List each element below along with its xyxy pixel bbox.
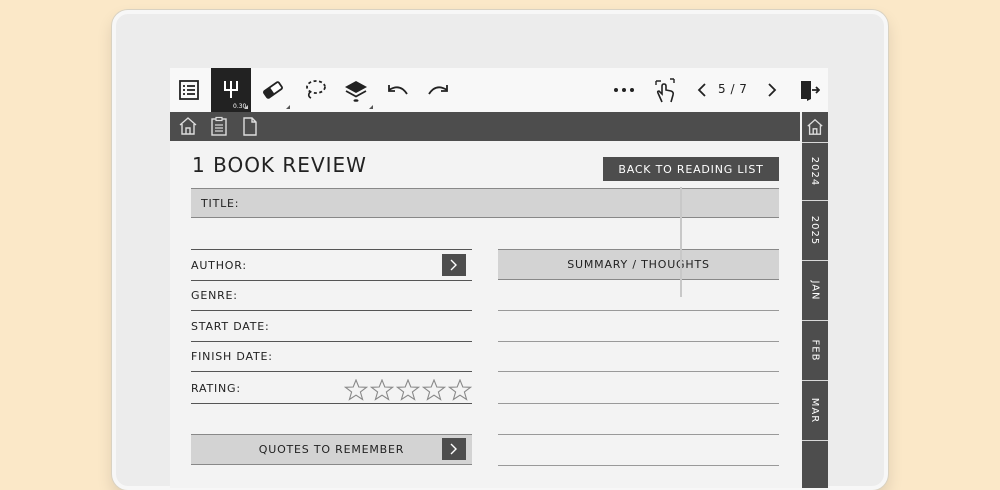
more-icon xyxy=(614,88,634,92)
star-icon[interactable] xyxy=(344,379,368,401)
toolbar: 0.30 5 / 7 xyxy=(170,68,828,112)
side-tab-feb[interactable]: FEB xyxy=(802,320,828,380)
chevron-right-icon xyxy=(450,259,457,271)
side-tab-label: MAR xyxy=(809,397,821,424)
side-tabs: 2024 2025 JAN FEB MAR xyxy=(802,112,828,488)
divider xyxy=(191,249,472,250)
undo-button[interactable] xyxy=(378,68,416,112)
home-icon xyxy=(807,118,823,135)
start-date-line xyxy=(191,341,472,342)
undo-icon xyxy=(388,85,408,95)
eraser-icon xyxy=(263,81,283,99)
hand-touch-icon xyxy=(655,78,675,103)
more-button[interactable] xyxy=(607,68,641,112)
page-indicator: 5 / 7 xyxy=(718,82,748,96)
side-tab-label: 2024 xyxy=(809,156,821,187)
side-tab-home[interactable] xyxy=(802,112,828,142)
top-nav-bar xyxy=(170,112,800,141)
list-icon xyxy=(179,80,199,100)
finish-date-line xyxy=(191,371,472,372)
star-icon[interactable] xyxy=(370,379,394,401)
chevron-right-icon xyxy=(768,83,777,97)
star-icon[interactable] xyxy=(448,379,472,401)
start-date-label: START DATE: xyxy=(191,320,270,333)
genre-label: GENRE: xyxy=(191,289,238,302)
layers-icon xyxy=(345,81,367,102)
chevron-left-icon xyxy=(697,83,706,97)
rating-label: RATING: xyxy=(191,382,241,395)
eraser-options-indicator xyxy=(286,105,290,109)
side-tab-mar[interactable]: MAR xyxy=(802,380,828,440)
pen-icon xyxy=(224,81,238,98)
clipboard-icon[interactable] xyxy=(209,116,229,136)
back-to-reading-list-button[interactable]: BACK TO READING LIST xyxy=(603,157,779,181)
lasso-button[interactable] xyxy=(295,68,335,112)
summary-line xyxy=(498,341,779,342)
pen-options-indicator xyxy=(244,105,248,109)
summary-line xyxy=(498,310,779,311)
toc-button[interactable] xyxy=(170,68,208,112)
home-icon[interactable] xyxy=(178,116,198,136)
layers-options-indicator xyxy=(369,105,373,109)
redo-icon xyxy=(428,85,448,95)
star-icon[interactable] xyxy=(396,379,420,401)
prev-page-button[interactable] xyxy=(692,68,712,112)
screen: 0.30 5 / 7 2024 2025 JAN FEB MAR 1 BOOK … xyxy=(170,68,828,488)
side-tab-label: FEB xyxy=(809,339,821,362)
page-icon[interactable] xyxy=(240,116,260,136)
finish-date-label: FINISH DATE: xyxy=(191,350,273,363)
chevron-right-icon xyxy=(450,443,457,455)
summary-line xyxy=(498,371,779,372)
redo-button[interactable] xyxy=(420,68,458,112)
pen-tool-button[interactable]: 0.30 xyxy=(211,68,251,112)
side-tab-more[interactable] xyxy=(802,440,828,488)
author-line xyxy=(191,280,472,281)
layers-button[interactable] xyxy=(336,68,376,112)
genre-line xyxy=(191,310,472,311)
exit-icon xyxy=(801,81,820,101)
author-label: AUTHOR: xyxy=(191,259,247,272)
touch-toggle-button[interactable] xyxy=(648,68,682,112)
author-arrow-button[interactable] xyxy=(442,254,466,276)
side-tab-2024[interactable]: 2024 xyxy=(802,142,828,200)
next-page-button[interactable] xyxy=(762,68,782,112)
side-tab-2025[interactable]: 2025 xyxy=(802,200,828,260)
star-icon[interactable] xyxy=(422,379,446,401)
rating-line xyxy=(191,403,472,404)
exit-button[interactable] xyxy=(794,68,824,112)
lasso-icon xyxy=(306,80,326,99)
scrollbar[interactable] xyxy=(680,187,682,297)
rating-stars[interactable] xyxy=(344,379,472,401)
side-tab-jan[interactable]: JAN xyxy=(802,260,828,320)
side-tab-label: JAN xyxy=(809,280,821,301)
summary-line xyxy=(498,403,779,404)
page-title: 1 BOOK REVIEW xyxy=(192,153,367,177)
book-review-page: 1 BOOK REVIEW BACK TO READING LIST TITLE… xyxy=(170,141,800,488)
summary-line xyxy=(498,465,779,466)
side-tab-label: 2025 xyxy=(809,215,821,246)
quotes-header-label: QUOTES TO REMEMBER xyxy=(258,443,405,456)
summary-header: SUMMARY / THOUGHTS xyxy=(498,249,779,280)
quotes-arrow-button[interactable] xyxy=(442,438,466,460)
summary-header-label: SUMMARY / THOUGHTS xyxy=(567,258,710,271)
summary-line xyxy=(498,434,779,435)
quotes-header: QUOTES TO REMEMBER xyxy=(191,434,472,465)
title-field[interactable]: TITLE: xyxy=(191,188,779,218)
title-label: TITLE: xyxy=(201,197,240,210)
eraser-button[interactable] xyxy=(253,68,293,112)
